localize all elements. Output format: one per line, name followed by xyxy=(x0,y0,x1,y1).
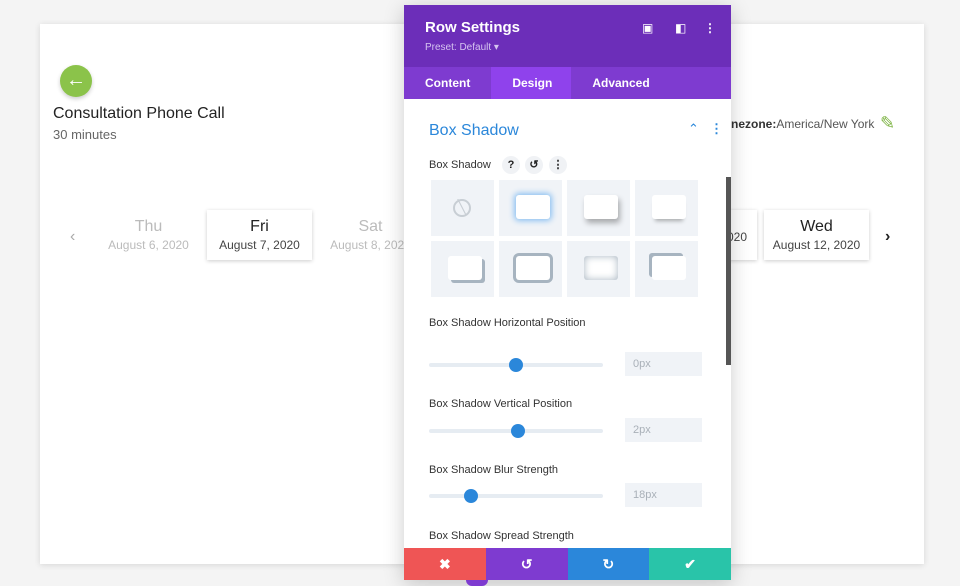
undo-button[interactable]: ↺ xyxy=(485,548,568,580)
slider-label: Box Shadow Spread Strength xyxy=(429,530,574,542)
shadow-presets: ╲ xyxy=(431,180,698,297)
panel-title: Row Settings xyxy=(425,19,521,36)
save-button[interactable]: ✔ xyxy=(649,548,731,580)
vertical-position-input[interactable]: 2px xyxy=(625,418,702,442)
scrollbar[interactable] xyxy=(726,177,731,365)
shadow-preset-3[interactable] xyxy=(635,180,698,236)
timezone-value: America/New York xyxy=(776,117,875,131)
blur-strength-input[interactable]: 18px xyxy=(625,483,702,507)
next-day-button[interactable]: › xyxy=(885,228,890,246)
day-date: August 7, 2020 xyxy=(219,238,300,252)
day-wed[interactable]: Wed August 12, 2020 xyxy=(764,210,869,260)
shadow-preset-6[interactable] xyxy=(567,241,630,297)
day-date: August 6, 2020 xyxy=(108,238,189,252)
section-more-icon[interactable]: ⋮ xyxy=(710,121,723,137)
slider-label: Box Shadow Blur Strength xyxy=(429,464,559,476)
shadow-preset-2[interactable] xyxy=(567,180,630,236)
slider-thumb[interactable] xyxy=(509,358,523,372)
timezone: nezone:America/New York xyxy=(731,117,874,131)
cancel-button[interactable]: ✖ xyxy=(404,548,486,580)
day-name: Fri xyxy=(250,218,269,235)
prev-day-button[interactable]: ‹ xyxy=(70,228,75,246)
preset-dropdown[interactable]: Preset: Default ▾ xyxy=(425,42,499,53)
slider-thumb[interactable] xyxy=(463,489,478,503)
event-title: Consultation Phone Call xyxy=(53,105,225,122)
shadow-preset-7[interactable] xyxy=(635,241,698,297)
tab-content[interactable]: Content xyxy=(404,67,491,99)
blur-strength-slider[interactable] xyxy=(429,489,603,503)
shadow-preset-4[interactable] xyxy=(431,241,494,297)
none-icon: ╲ xyxy=(453,199,471,217)
shadow-preset-1[interactable] xyxy=(499,180,562,236)
edit-timezone-icon[interactable]: ✎ xyxy=(880,113,895,134)
day-date: August 12, 2020 xyxy=(772,238,861,252)
horizontal-position-input[interactable]: 0px xyxy=(625,352,702,376)
horizontal-position-slider[interactable] xyxy=(429,358,603,372)
timezone-label: nezone: xyxy=(731,117,777,131)
panel-tabs: Content Design Advanced xyxy=(404,67,731,99)
sidebar-icon[interactable]: ◧ xyxy=(675,21,686,35)
event-duration: 30 minutes xyxy=(53,127,117,142)
slider-thumb[interactable] xyxy=(510,424,525,438)
shadow-preset-5[interactable] xyxy=(499,241,562,297)
slider-label: Box Shadow Horizontal Position xyxy=(429,317,586,329)
tab-design[interactable]: Design xyxy=(491,67,572,99)
panel-footer: ✖ ↺ ↻ ✔ xyxy=(404,548,731,580)
panel-drag-handle[interactable] xyxy=(466,580,488,586)
help-icon[interactable]: ? xyxy=(502,156,520,174)
day-thu[interactable]: Thu August 6, 2020 xyxy=(96,210,201,260)
row-settings-panel: Row Settings Preset: Default ▾ ▣ ◧ ⋮ Con… xyxy=(404,5,731,580)
back-button[interactable]: ← xyxy=(60,65,92,97)
day-fri[interactable]: Fri August 7, 2020 xyxy=(207,210,312,260)
options-icon[interactable]: ⋮ xyxy=(549,156,567,174)
reset-icon[interactable]: ↺ xyxy=(525,156,543,174)
slider-label: Box Shadow Vertical Position xyxy=(429,398,573,410)
fullscreen-icon[interactable]: ▣ xyxy=(642,21,653,35)
day-name: Wed xyxy=(800,218,833,235)
more-icon[interactable]: ⋮ xyxy=(704,21,716,35)
section-title[interactable]: Box Shadow xyxy=(429,122,519,140)
day-name: Thu xyxy=(134,218,163,235)
shadow-none[interactable]: ╲ xyxy=(431,180,494,236)
redo-button[interactable]: ↻ xyxy=(567,548,650,580)
field-label: Box Shadow xyxy=(429,159,491,171)
chevron-up-icon[interactable]: ⌃ xyxy=(688,121,699,137)
tab-advanced[interactable]: Advanced xyxy=(571,67,670,99)
panel-header: Row Settings Preset: Default ▾ ▣ ◧ ⋮ xyxy=(404,5,731,67)
vertical-position-slider[interactable] xyxy=(429,424,603,438)
